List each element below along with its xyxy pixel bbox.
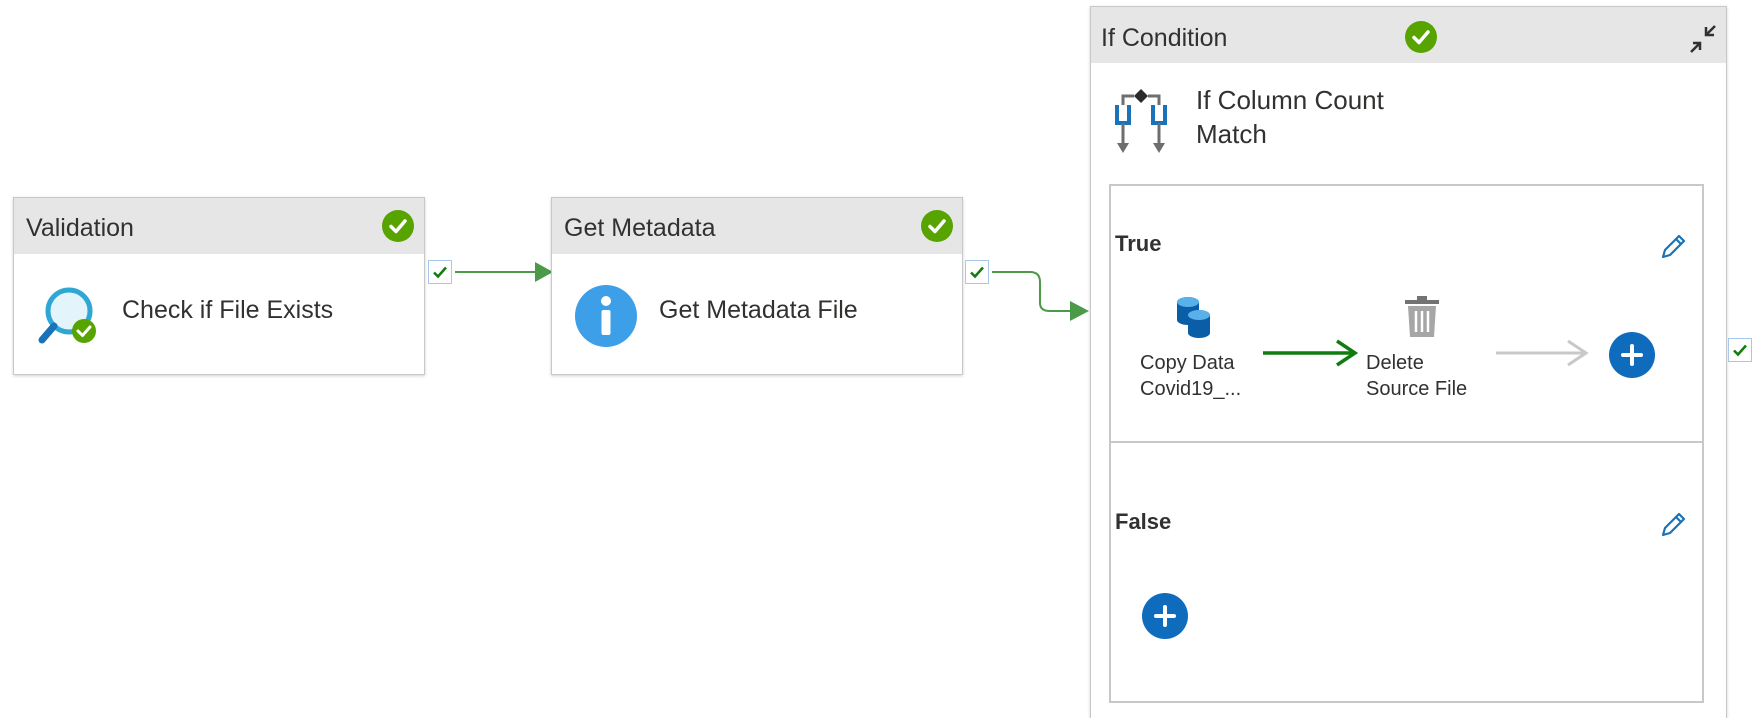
true-branch: True Copy Data Covid19_... Delete Source… [1109, 184, 1704, 445]
activity-name-line1: Delete [1366, 352, 1424, 374]
activity-type-label: If Condition [1101, 24, 1228, 52]
branch-connector-pending [1496, 339, 1589, 367]
connector-metadata-to-if [992, 271, 1070, 312]
activity-name-line2: Match [1196, 119, 1267, 149]
validation-icon [36, 283, 102, 349]
activity-name-line2: Source File [1366, 378, 1468, 400]
branch-label: True [1115, 231, 1162, 256]
info-icon [574, 284, 638, 348]
if-condition-icon [1109, 87, 1173, 157]
success-status-icon [921, 210, 953, 242]
success-output-port[interactable] [1728, 338, 1752, 362]
success-status-icon [382, 210, 414, 242]
activity-header: Get Metadata [552, 198, 962, 254]
false-branch: False [1109, 441, 1704, 703]
trash-icon [1402, 294, 1442, 340]
branch-connector [1263, 339, 1359, 367]
validation-activity[interactable]: Validation Check if File Exists [13, 197, 425, 375]
add-activity-button[interactable] [1609, 332, 1655, 378]
success-status-icon [1405, 21, 1437, 53]
activity-type-label: Validation [26, 214, 134, 242]
branch-label: False [1115, 509, 1172, 534]
collapse-icon[interactable] [1683, 19, 1723, 59]
edit-pencil-icon[interactable] [1657, 231, 1689, 263]
activity-name-line1: If Column Count [1196, 85, 1384, 115]
get-metadata-activity[interactable]: Get Metadata Get Metadata File [551, 197, 963, 375]
activity-name: Get Metadata File [659, 296, 858, 324]
activity-name: Check if File Exists [122, 296, 334, 324]
add-activity-button[interactable] [1142, 593, 1188, 639]
activity-header: Validation [14, 198, 424, 254]
copy-data-activity[interactable]: Copy Data Covid19_... [1131, 294, 1251, 404]
success-output-port[interactable] [428, 260, 452, 284]
success-output-port[interactable] [965, 260, 989, 284]
edit-pencil-icon[interactable] [1657, 509, 1689, 541]
activity-header: If Condition [1091, 7, 1726, 63]
copy-data-icon [1174, 294, 1214, 340]
delete-activity[interactable]: Delete Source File [1366, 294, 1486, 404]
activity-name-line2: Covid19_... [1140, 378, 1242, 400]
if-condition-activity[interactable]: If Condition If Column Count Match True [1090, 6, 1727, 718]
arrowhead-icon [1070, 301, 1089, 321]
activity-name-line1: Copy Data [1140, 352, 1235, 374]
activity-type-label: Get Metadata [564, 214, 716, 242]
